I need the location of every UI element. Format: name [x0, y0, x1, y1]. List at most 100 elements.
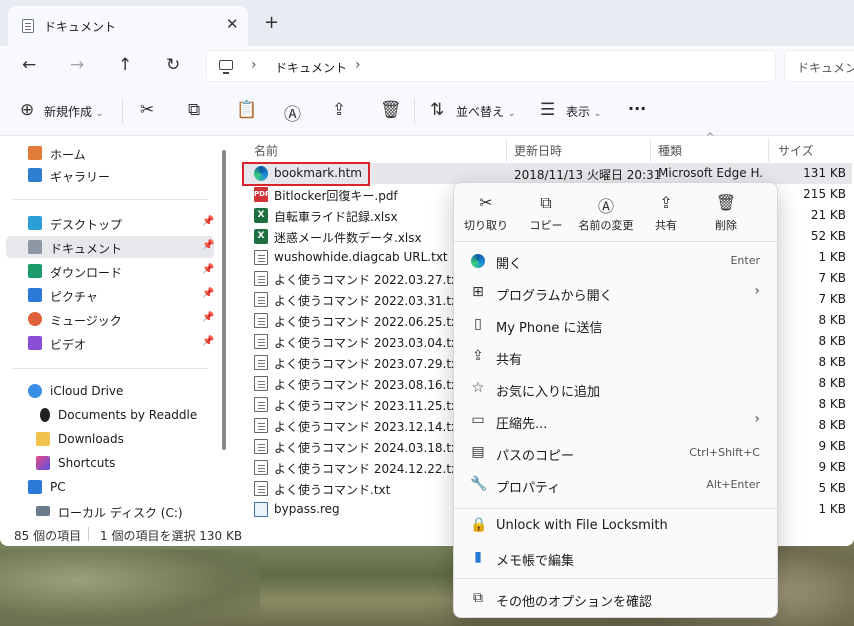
pin-icon[interactable]: 📌 — [202, 336, 214, 347]
new-button[interactable]: 新規作成 ⌄ — [44, 103, 103, 120]
menu-item-properties[interactable]: 🔧 プロパティ Alt+Enter — [458, 470, 774, 500]
more-options-icon: ⧉ — [473, 590, 483, 606]
column-header-size[interactable]: サイズ — [778, 142, 814, 159]
plus-circle-icon[interactable]: ⊕ — [20, 100, 34, 120]
file-type: Microsoft Edge H... — [658, 166, 764, 180]
view-button[interactable]: 表示 ⌄ — [566, 103, 601, 120]
column-header-name[interactable]: 名前 — [254, 142, 278, 159]
view-icon[interactable]: ☰ — [540, 100, 555, 120]
file-name: よく使うコマンド 2023.03.04.txt — [274, 336, 463, 350]
file-name: よく使うコマンド 2024.12.22.txt — [274, 462, 463, 476]
rename-button[interactable]: Ⓐ 名前の変更 — [576, 193, 636, 233]
copy-button[interactable]: ⧉ コピー — [516, 193, 576, 233]
sidebar-item-downloads[interactable]: ダウンロード 📌 — [6, 260, 214, 282]
sidebar-item-label: ピクチャ — [50, 290, 98, 304]
sidebar-item-label: ミュージック — [50, 314, 122, 328]
sidebar-item-videos[interactable]: ビデオ 📌 — [6, 332, 214, 354]
delete-icon[interactable]: 🗑 — [380, 100, 402, 120]
readdle-icon — [40, 408, 50, 422]
tab-documents[interactable]: ドキュメント ✕ — [8, 6, 248, 46]
sidebar-item-gallery[interactable]: ギャラリー — [6, 164, 214, 186]
divider — [454, 508, 777, 509]
file-size: 8 KB — [818, 418, 846, 432]
text-file-icon — [254, 460, 268, 475]
sidebar-item-local-disk[interactable]: ローカル ディスク (C:) — [6, 500, 214, 522]
file-size: 131 KB — [803, 166, 846, 180]
sort-button[interactable]: 並べ替え ⌄ — [456, 103, 515, 120]
menu-item-compress[interactable]: ▭ 圧縮先... › — [458, 406, 774, 436]
search-input[interactable]: ドキュメント — [784, 50, 854, 82]
rename-icon[interactable]: Ⓐ — [284, 100, 301, 125]
more-options-button[interactable]: ··· — [628, 99, 646, 118]
pin-icon[interactable]: 📌 — [202, 264, 214, 275]
forward-arrow-icon[interactable]: → — [70, 55, 84, 75]
menu-item-add-favorite[interactable]: ☆ お気に入りに追加 — [458, 374, 774, 404]
divider — [454, 578, 777, 579]
notepad-icon: ▮ — [474, 549, 482, 565]
quick-action-label: コピー — [529, 219, 563, 232]
sidebar-scrollbar[interactable] — [222, 150, 226, 450]
breadcrumb-documents[interactable]: ドキュメント — [275, 59, 347, 76]
file-name: よく使うコマンド 2023.08.16.txt — [274, 378, 463, 392]
cut-icon[interactable]: ✂ — [140, 100, 154, 120]
sidebar-item-music[interactable]: ミュージック 📌 — [6, 308, 214, 330]
music-icon — [28, 312, 42, 326]
menu-item-share[interactable]: ⇪ 共有 — [458, 342, 774, 372]
menu-item-file-locksmith[interactable]: 🔒 Unlock with File Locksmith — [458, 511, 774, 541]
menu-item-more-options[interactable]: ⧉ その他のオプションを確認 — [458, 584, 774, 614]
pc-icon — [28, 480, 42, 494]
menu-item-open[interactable]: 開く Enter — [458, 246, 774, 276]
file-date: 2018/11/13 火曜日 20:31 — [514, 168, 662, 182]
column-header-date[interactable]: 更新日時 — [514, 142, 562, 159]
pin-icon[interactable]: 📌 — [202, 312, 214, 323]
download-icon — [28, 264, 42, 278]
refresh-icon[interactable]: ↻ — [166, 55, 180, 75]
share-icon[interactable]: ⇪ — [332, 100, 346, 120]
command-bar: ⊕ 新規作成 ⌄ ✂ ⧉ 📋 Ⓐ ⇪ 🗑 ⇅ 並べ替え ⌄ ☰ 表示 ⌄ ··· — [0, 86, 854, 136]
delete-button[interactable]: 🗑 削除 — [696, 193, 756, 233]
pin-icon[interactable]: 📌 — [202, 216, 214, 227]
sidebar-item-pc[interactable]: PC — [6, 476, 214, 498]
menu-item-label: My Phone に送信 — [496, 321, 603, 336]
file-name: 自転車ライド記録.xlsx — [274, 210, 398, 224]
file-name: よく使うコマンド 2024.03.18.txt — [274, 441, 463, 455]
new-tab-button[interactable]: + — [264, 12, 279, 33]
menu-item-copy-path[interactable]: ▤ パスのコピー Ctrl+Shift+C — [458, 438, 774, 468]
sidebar-item-downloads-icloud[interactable]: Downloads — [6, 428, 214, 450]
file-size: 52 KB — [810, 229, 846, 243]
chevron-right-icon[interactable]: › — [355, 57, 361, 73]
gallery-icon — [28, 168, 42, 182]
breadcrumb[interactable]: › ドキュメント › — [206, 50, 776, 82]
close-tab-button[interactable]: ✕ — [226, 15, 239, 33]
chevron-right-icon[interactable]: › — [251, 57, 257, 73]
sidebar-item-readdle[interactable]: Documents by Readdle — [6, 404, 214, 426]
sidebar-item-home[interactable]: ホーム — [6, 142, 214, 164]
paste-icon[interactable]: 📋 — [236, 100, 257, 120]
file-name: よく使うコマンド 2022.06.25.txt — [274, 315, 463, 329]
menu-item-send-to-phone[interactable]: ▯ My Phone に送信 — [458, 310, 774, 340]
menu-item-edit-notepad[interactable]: ▮ メモ帳で編集 — [458, 543, 774, 573]
text-file-icon — [254, 250, 268, 265]
back-arrow-icon[interactable]: ← — [22, 55, 36, 75]
column-header-type[interactable]: 種類 — [658, 142, 682, 159]
up-arrow-icon[interactable]: ↑ — [118, 55, 132, 75]
menu-item-label: 共有 — [496, 353, 523, 368]
cut-button[interactable]: ✂ 切り取り — [456, 193, 516, 233]
sidebar-item-documents[interactable]: ドキュメント 📌 — [6, 236, 214, 258]
menu-item-open-with[interactable]: ⊞ プログラムから開く › — [458, 278, 774, 308]
copy-icon[interactable]: ⧉ — [188, 100, 200, 120]
file-size: 9 KB — [818, 439, 846, 453]
sidebar-item-pictures[interactable]: ピクチャ 📌 — [6, 284, 214, 306]
share-button[interactable]: ⇪ 共有 — [636, 193, 696, 233]
sort-icon[interactable]: ⇅ — [430, 100, 444, 120]
sidebar-item-shortcuts[interactable]: Shortcuts — [6, 452, 214, 474]
wallpaper-patch — [0, 550, 260, 626]
delete-icon: 🗑 — [715, 193, 737, 212]
quick-action-label: 共有 — [655, 219, 677, 232]
sidebar-item-icloud[interactable]: iCloud Drive — [6, 380, 214, 402]
menu-item-label: 開く — [496, 257, 523, 272]
quick-action-label: 切り取り — [464, 219, 508, 232]
pin-icon[interactable]: 📌 — [202, 288, 214, 299]
pin-icon[interactable]: 📌 — [202, 240, 214, 251]
sidebar-item-desktop[interactable]: デスクトップ 📌 — [6, 212, 214, 234]
